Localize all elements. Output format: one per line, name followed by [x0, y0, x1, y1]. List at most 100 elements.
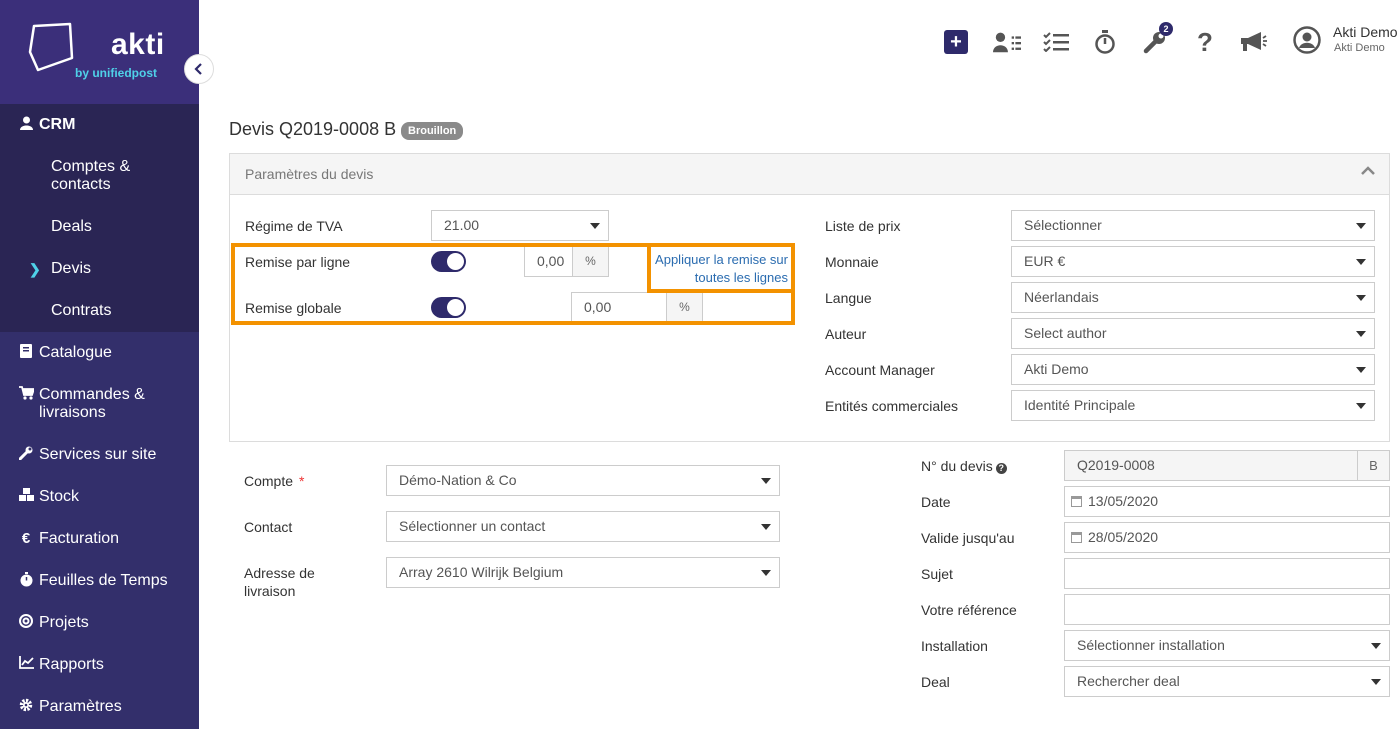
contacts-list-button[interactable] [993, 28, 1021, 56]
sidebar-item-facturation[interactable]: € Facturation [0, 530, 199, 548]
stopwatch-icon [18, 572, 34, 587]
sidebar-item-deals[interactable]: Deals [51, 218, 92, 236]
collapse-sidebar-button[interactable] [184, 54, 214, 84]
language-value: Néerlandais [1024, 289, 1099, 305]
sidebar-item-contrats[interactable]: Contrats [51, 302, 111, 320]
line-discount-toggle[interactable] [431, 251, 466, 272]
user-circle-icon [1293, 26, 1321, 54]
author-select[interactable]: Select author [1011, 318, 1375, 349]
price-list-select[interactable]: Sélectionner [1011, 210, 1375, 241]
nav-crm[interactable]: CRM [0, 116, 199, 134]
sidebar-item-stock[interactable]: Stock [0, 488, 199, 506]
date-label: Date [921, 494, 951, 510]
calendar-icon [1071, 532, 1082, 543]
global-discount-value: 0,00 [584, 299, 612, 315]
price-list-label: Liste de prix [825, 218, 901, 234]
sidebar-item-label: Devis [51, 260, 92, 277]
caret-down-icon [1356, 367, 1366, 373]
caret-down-icon [761, 478, 771, 484]
sidebar-item-devis[interactable]: Devis [51, 260, 91, 278]
cart-icon [18, 386, 34, 400]
date-input[interactable]: 13/05/2020 [1064, 486, 1390, 517]
delivery-address-select[interactable]: Array 2610 Wilrijk Belgium [386, 557, 780, 588]
sidebar-item-parametres[interactable]: Paramètres [0, 698, 199, 716]
installation-select[interactable]: Sélectionner installation [1064, 630, 1390, 661]
valid-until-input[interactable]: 28/05/2020 [1064, 522, 1390, 553]
global-discount-toggle[interactable] [431, 297, 466, 318]
sidebar-item-commandes[interactable]: Commandes & livraisons [0, 386, 199, 422]
chevron-up-icon[interactable] [1361, 166, 1375, 176]
author-label: Auteur [825, 326, 867, 342]
your-reference-input[interactable] [1064, 594, 1390, 625]
tools-button[interactable]: 2 [1141, 22, 1173, 56]
sidebar-item-comptes[interactable]: Comptes & contacts [51, 158, 130, 194]
valid-until-label: Valide jusqu'au [921, 530, 1015, 546]
user-name[interactable]: Akti Demo [1333, 24, 1398, 40]
vat-select[interactable]: 21.00 [431, 210, 609, 241]
sidebar-item-label: Deals [51, 218, 92, 235]
account-manager-select[interactable]: Akti Demo [1011, 354, 1375, 385]
plus-icon: + [944, 30, 968, 54]
delivery-address-label: Adresse de livraison [244, 565, 315, 599]
sidebar-item-label: Facturation [39, 530, 120, 547]
price-list-value: Sélectionner [1024, 217, 1102, 233]
caret-down-icon [1356, 295, 1366, 301]
user-company: Akti Demo [1334, 42, 1385, 54]
panel-header[interactable]: Paramètres du devis [230, 154, 1389, 195]
brand-name: akti [111, 28, 165, 61]
currency-value: EUR € [1024, 253, 1066, 269]
contact-value: Sélectionner un contact [399, 518, 546, 534]
euro-icon: € [21, 530, 31, 547]
timer-button[interactable] [1091, 28, 1119, 56]
user-icon [18, 116, 34, 130]
calendar-icon [1071, 496, 1082, 507]
sidebar-item-label: Feuilles de Temps [39, 572, 168, 589]
line-discount-value: 0,00 [537, 253, 565, 269]
subject-input[interactable] [1064, 558, 1390, 589]
global-discount-unit: % [666, 292, 703, 323]
sidebar-item-feuilles[interactable]: Feuilles de Temps [0, 572, 199, 590]
sidebar-item-label: Stock [39, 488, 80, 505]
language-select[interactable]: Néerlandais [1011, 282, 1375, 313]
crm-section [0, 104, 199, 332]
tasks-button[interactable] [1042, 28, 1070, 56]
help-circle-icon[interactable]: ? [995, 463, 1007, 474]
caret-down-icon [761, 524, 771, 530]
book-icon [18, 344, 34, 358]
gear-icon [18, 698, 34, 712]
caret-down-icon [1371, 679, 1381, 685]
contact-select[interactable]: Sélectionner un contact [386, 511, 780, 542]
your-reference-label: Votre référence [921, 602, 1017, 618]
sidebar-item-rapports[interactable]: Rapports [0, 656, 199, 674]
apply-discount-all-lines-link[interactable]: Appliquer la remise sur toutes les ligne… [652, 251, 788, 287]
global-discount-input[interactable]: 0,00 [571, 292, 667, 323]
add-button[interactable]: + [942, 28, 970, 56]
sidebar-item-projets[interactable]: Projets [0, 614, 199, 632]
line-discount-input[interactable]: 0,00 [524, 246, 573, 277]
required-marker: * [299, 473, 305, 489]
account-select[interactable]: Démo-Nation & Co [386, 465, 780, 496]
deal-select[interactable]: Rechercher deal [1064, 666, 1390, 697]
sidebar-item-label: Paramètres [39, 698, 122, 715]
help-button[interactable]: ? [1191, 27, 1219, 57]
caret-down-icon [590, 223, 600, 229]
caret-down-icon [1356, 331, 1366, 337]
nav-crm-label: CRM [39, 116, 76, 133]
installation-value: Sélectionner installation [1077, 637, 1225, 653]
sidebar: akti by unifiedpost CRM Comptes & contac… [0, 0, 199, 729]
sidebar-item-label: Services sur site [39, 446, 157, 463]
announcements-button[interactable] [1239, 28, 1267, 56]
user-avatar[interactable] [1293, 26, 1321, 54]
quote-number-label: N° du devis? [921, 457, 1007, 475]
stopwatch-icon [1095, 30, 1115, 54]
target-icon [18, 614, 34, 628]
sidebar-item-services[interactable]: Services sur site [0, 446, 199, 464]
wrench-icon [18, 446, 34, 460]
page-title: Devis Q2019-0008 B [229, 119, 397, 139]
sidebar-item-catalogue[interactable]: Catalogue [0, 344, 199, 362]
sidebar-item-label: Rapports [39, 656, 104, 673]
currency-select[interactable]: EUR € [1011, 246, 1375, 277]
language-label: Langue [825, 290, 872, 306]
currency-label: Monnaie [825, 254, 879, 270]
business-entity-select[interactable]: Identité Principale [1011, 390, 1375, 421]
